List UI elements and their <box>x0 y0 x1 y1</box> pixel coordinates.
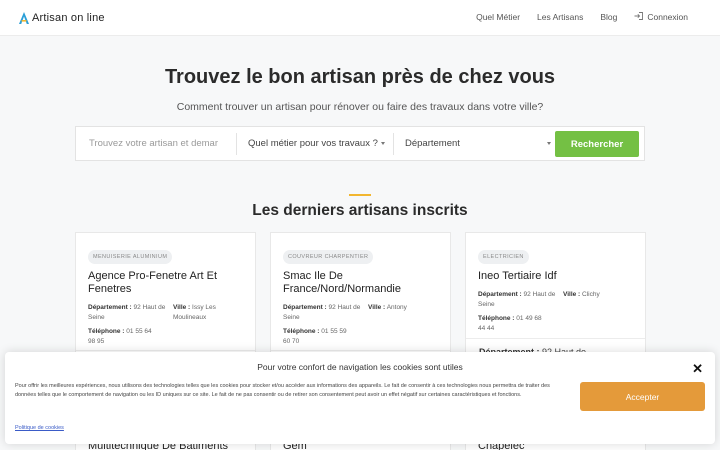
telephone-info: Téléphone : 01 49 68 44 44 <box>478 314 548 334</box>
telephone-info: Téléphone : 01 55 59 60 70 <box>283 327 353 347</box>
card-divider <box>76 350 255 351</box>
departement-info: Département : 92 Haut de Seine <box>478 290 563 310</box>
search-button[interactable]: Rechercher <box>555 131 639 157</box>
card-divider <box>466 338 645 339</box>
telephone-label: Téléphone : <box>478 315 515 322</box>
hero-subtitle: Comment trouver un artisan pour rénover … <box>176 101 544 113</box>
login-link[interactable]: Connexion <box>634 12 688 22</box>
info-row: Département : 92 Haut de Seine Ville : C… <box>478 290 633 310</box>
departement-info: Département : 92 Haut de Seine <box>283 303 368 323</box>
ville-info: Ville : Issy Les Moulineaux <box>173 303 243 323</box>
nav-quel-metier[interactable]: Quel Métier <box>476 12 520 22</box>
cookie-text: Pour offrir les meilleures expériences, … <box>15 383 550 398</box>
metier-select-value: Quel métier pour vos travaux ? <box>248 138 378 149</box>
info-row: Département : 92 Haut de Seine Ville : I… <box>88 303 243 323</box>
departement-label: Département : <box>478 291 522 298</box>
logo-icon <box>18 11 30 25</box>
cookie-title: Pour votre confort de navigation les coo… <box>257 362 463 372</box>
main-nav: Quel Métier Les Artisans Blog Connexion <box>459 12 688 22</box>
ville-label: Ville : <box>368 304 386 311</box>
departement-label: Département : <box>283 304 327 311</box>
telephone-label: Téléphone : <box>283 328 320 335</box>
search-input[interactable] <box>76 127 236 160</box>
ville-info: Ville : Clichy <box>563 290 633 310</box>
ville-label: Ville : <box>563 291 581 298</box>
card-divider <box>271 350 450 351</box>
cookie-banner: Pour votre confort de navigation les coo… <box>5 352 715 444</box>
category-tag[interactable]: Menuiserie Aluminium <box>88 250 173 264</box>
telephone-label: Téléphone : <box>88 328 125 335</box>
nav-blog[interactable]: Blog <box>600 12 617 22</box>
hero-title: Trouvez le bon artisan près de chez vous <box>164 66 556 88</box>
artisan-name[interactable]: Smac Ile De France/Nord/Normandie <box>283 270 438 296</box>
navbar: Artisan on line Quel Métier Les Artisans… <box>0 0 720 36</box>
accept-cookies-button[interactable]: Accepter <box>580 382 705 411</box>
section-accent-bar <box>349 194 371 196</box>
ville-value: Clichy <box>582 291 600 298</box>
login-label: Connexion <box>647 12 688 22</box>
close-icon[interactable]: ✕ <box>692 361 703 377</box>
logo[interactable]: Artisan on line <box>18 11 105 25</box>
cookie-policy-link[interactable]: Politique de cookies <box>15 425 64 431</box>
ville-label: Ville : <box>173 304 191 311</box>
departement-select[interactable]: Département <box>394 127 559 160</box>
departement-info: Département : 92 Haut de Seine <box>88 303 173 323</box>
artisan-name[interactable]: Agence Pro-Fenetre Art Et Fenetres <box>88 270 243 296</box>
section-title: Les derniers artisans inscrits <box>252 202 468 219</box>
ville-value: Antony <box>386 304 407 311</box>
departement-label: Département : <box>88 304 132 311</box>
departement-select-value: Département <box>405 138 460 149</box>
category-tag[interactable]: Electricien <box>478 250 529 264</box>
chevron-down-icon <box>547 142 551 145</box>
search-bar: Quel métier pour vos travaux ? Départeme… <box>75 126 645 161</box>
telephone-info: Téléphone : 01 55 64 98 95 <box>88 327 158 347</box>
chevron-down-icon <box>381 142 385 145</box>
ville-info: Ville : Antony <box>368 303 438 323</box>
login-icon <box>634 12 644 22</box>
artisan-name[interactable]: Ineo Tertiaire Idf <box>478 270 633 283</box>
metier-select[interactable]: Quel métier pour vos travaux ? <box>237 127 393 160</box>
category-tag[interactable]: Couvreur Charpentier <box>283 250 374 264</box>
logo-text: Artisan on line <box>32 12 105 24</box>
nav-les-artisans[interactable]: Les Artisans <box>537 12 583 22</box>
info-row: Département : 92 Haut de Seine Ville : A… <box>283 303 438 323</box>
